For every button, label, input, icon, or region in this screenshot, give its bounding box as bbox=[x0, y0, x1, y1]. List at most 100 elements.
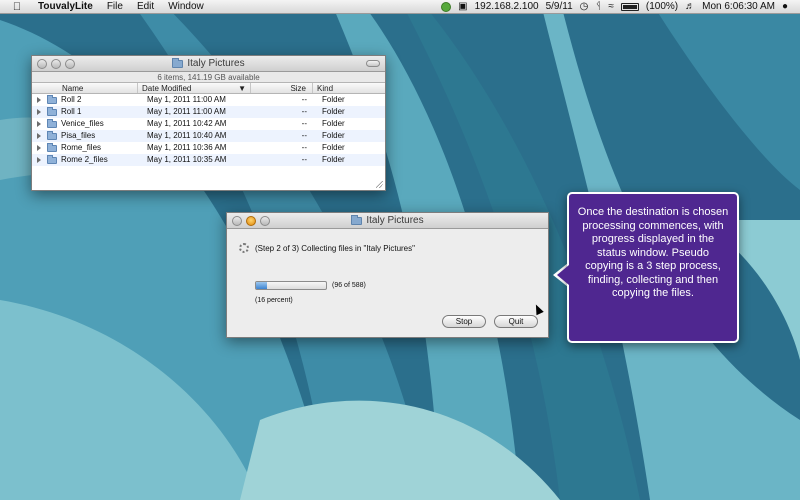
file-kind: Folder bbox=[322, 131, 345, 140]
menu-extras: ▣ 192.168.2.100 5/9/11 ◷ ᛩ ≈ (100%) ♬ Mo… bbox=[441, 1, 800, 12]
callout-text: Once the destination is chosen processin… bbox=[577, 206, 729, 299]
volume-icon[interactable]: ♬ bbox=[685, 1, 695, 12]
menu-bar:  TouvalyLite File Edit Window ▣ 192.168… bbox=[0, 0, 800, 14]
column-date-label: Date Modified bbox=[142, 84, 192, 93]
step-text: (Step 2 of 3) Collecting files in "Italy… bbox=[255, 243, 415, 253]
folder-icon bbox=[47, 118, 57, 128]
file-list: Roll 2 May 1, 2011 11:00 AM -- Folder Ro… bbox=[32, 94, 385, 166]
progress-title: Italy Pictures bbox=[366, 215, 424, 226]
file-date: May 1, 2011 11:00 AM bbox=[147, 107, 226, 116]
disclosure-triangle-icon[interactable] bbox=[37, 109, 41, 115]
menu-file[interactable]: File bbox=[107, 1, 123, 12]
file-size: -- bbox=[301, 143, 307, 152]
disclosure-triangle-icon[interactable] bbox=[37, 97, 41, 103]
status-indicator-icon[interactable] bbox=[441, 1, 452, 12]
file-kind: Folder bbox=[322, 155, 345, 164]
finder-window: Italy Pictures 6 items, 141.19 GB availa… bbox=[31, 55, 386, 191]
battery-icon[interactable] bbox=[620, 2, 639, 11]
column-header: Name Date Modified ▼ Size Kind bbox=[32, 83, 385, 94]
file-name-cell: Pisa_files bbox=[32, 130, 138, 142]
file-name: Roll 2 bbox=[61, 95, 82, 104]
file-name-cell: Roll 1 bbox=[32, 106, 138, 118]
zoom-button[interactable] bbox=[65, 59, 75, 69]
folder-icon bbox=[47, 142, 57, 152]
column-name[interactable]: Name bbox=[32, 83, 138, 93]
callout-bubble: Once the destination is chosen processin… bbox=[567, 192, 739, 343]
file-name-cell: Roll 2 bbox=[32, 94, 138, 106]
file-name-cell: Rome_files bbox=[32, 142, 138, 154]
folder-icon bbox=[47, 154, 57, 164]
folder-icon bbox=[47, 130, 57, 140]
user-icon[interactable]: ● bbox=[782, 1, 788, 12]
finder-titlebar[interactable]: Italy Pictures bbox=[32, 56, 385, 72]
column-kind[interactable]: Kind bbox=[313, 83, 385, 93]
column-size[interactable]: Size bbox=[251, 83, 313, 93]
disclosure-triangle-icon[interactable] bbox=[37, 121, 41, 127]
file-kind: Folder bbox=[322, 119, 345, 128]
file-name: Pisa_files bbox=[61, 131, 96, 140]
close-button[interactable] bbox=[37, 59, 47, 69]
ip-address[interactable]: 192.168.2.100 bbox=[475, 1, 539, 12]
file-row[interactable]: Pisa_files May 1, 2011 10:40 AM -- Folde… bbox=[32, 130, 385, 142]
sort-descending-icon: ▼ bbox=[238, 84, 246, 93]
file-size: -- bbox=[301, 155, 307, 164]
app-menu[interactable]: TouvalyLite bbox=[38, 1, 93, 12]
finder-status-bar: 6 items, 141.19 GB available bbox=[32, 72, 385, 83]
disclosure-triangle-icon[interactable] bbox=[37, 157, 41, 163]
minimize-button[interactable] bbox=[246, 216, 256, 226]
file-date: May 1, 2011 10:36 AM bbox=[147, 143, 227, 152]
column-date-modified[interactable]: Date Modified ▼ bbox=[138, 83, 251, 93]
folder-icon bbox=[47, 94, 57, 104]
file-name: Rome_files bbox=[61, 143, 102, 152]
battery-percent[interactable]: (100%) bbox=[646, 1, 678, 12]
file-size: -- bbox=[301, 107, 307, 116]
wifi-icon[interactable]: ≈ bbox=[608, 1, 614, 12]
callout-pointer-fill bbox=[557, 265, 569, 285]
file-date: May 1, 2011 10:42 AM bbox=[147, 119, 227, 128]
minimize-button[interactable] bbox=[51, 59, 61, 69]
bluetooth-icon[interactable]: ᛩ bbox=[595, 1, 601, 12]
finder-title: Italy Pictures bbox=[187, 58, 245, 69]
file-size: -- bbox=[301, 131, 307, 140]
zoom-button[interactable] bbox=[260, 216, 270, 226]
time-machine-icon[interactable]: ◷ bbox=[580, 1, 589, 12]
file-name: Venice_files bbox=[61, 119, 104, 128]
file-row[interactable]: Roll 2 May 1, 2011 11:00 AM -- Folder bbox=[32, 94, 385, 106]
window-controls bbox=[232, 216, 270, 226]
file-kind: Folder bbox=[322, 95, 345, 104]
display-icon[interactable]: ▣ bbox=[458, 1, 467, 12]
spinner-icon bbox=[239, 243, 249, 253]
progress-titlebar[interactable]: Italy Pictures bbox=[227, 213, 548, 229]
file-row[interactable]: Rome 2_files May 1, 2011 10:35 AM -- Fol… bbox=[32, 154, 385, 166]
file-kind: Folder bbox=[322, 143, 345, 152]
file-size: -- bbox=[301, 119, 307, 128]
disclosure-triangle-icon[interactable] bbox=[37, 145, 41, 151]
toolbar-toggle-button[interactable] bbox=[366, 60, 380, 67]
file-row[interactable]: Roll 1 May 1, 2011 11:00 AM -- Folder bbox=[32, 106, 385, 118]
quit-button[interactable]: Quit bbox=[494, 315, 538, 328]
stop-button[interactable]: Stop bbox=[442, 315, 486, 328]
file-date: May 1, 2011 11:00 AM bbox=[147, 95, 226, 104]
step-status: (Step 2 of 3) Collecting files in "Italy… bbox=[239, 243, 415, 253]
resize-grip[interactable] bbox=[376, 181, 383, 188]
menu-edit[interactable]: Edit bbox=[137, 1, 154, 12]
folder-icon bbox=[351, 214, 363, 225]
progress-fill bbox=[256, 282, 268, 289]
progress-bar bbox=[255, 281, 327, 290]
menu-date[interactable]: 5/9/11 bbox=[546, 1, 573, 12]
menu-window[interactable]: Window bbox=[168, 1, 204, 12]
window-controls bbox=[37, 59, 75, 69]
folder-icon bbox=[172, 57, 184, 68]
close-button[interactable] bbox=[232, 216, 242, 226]
disclosure-triangle-icon[interactable] bbox=[37, 133, 41, 139]
file-name-cell: Venice_files bbox=[32, 118, 138, 130]
menu-clock[interactable]: Mon 6:06:30 AM bbox=[702, 1, 775, 12]
file-row[interactable]: Rome_files May 1, 2011 10:36 AM -- Folde… bbox=[32, 142, 385, 154]
file-name: Rome 2_files bbox=[61, 155, 108, 164]
progress-count: (96 of 588) bbox=[332, 282, 366, 289]
progress-window: Italy Pictures (Step 2 of 3) Collecting … bbox=[226, 212, 549, 338]
apple-menu-icon[interactable]:  bbox=[10, 1, 24, 13]
file-date: May 1, 2011 10:35 AM bbox=[147, 155, 227, 164]
file-row[interactable]: Venice_files May 1, 2011 10:42 AM -- Fol… bbox=[32, 118, 385, 130]
file-date: May 1, 2011 10:40 AM bbox=[147, 131, 227, 140]
